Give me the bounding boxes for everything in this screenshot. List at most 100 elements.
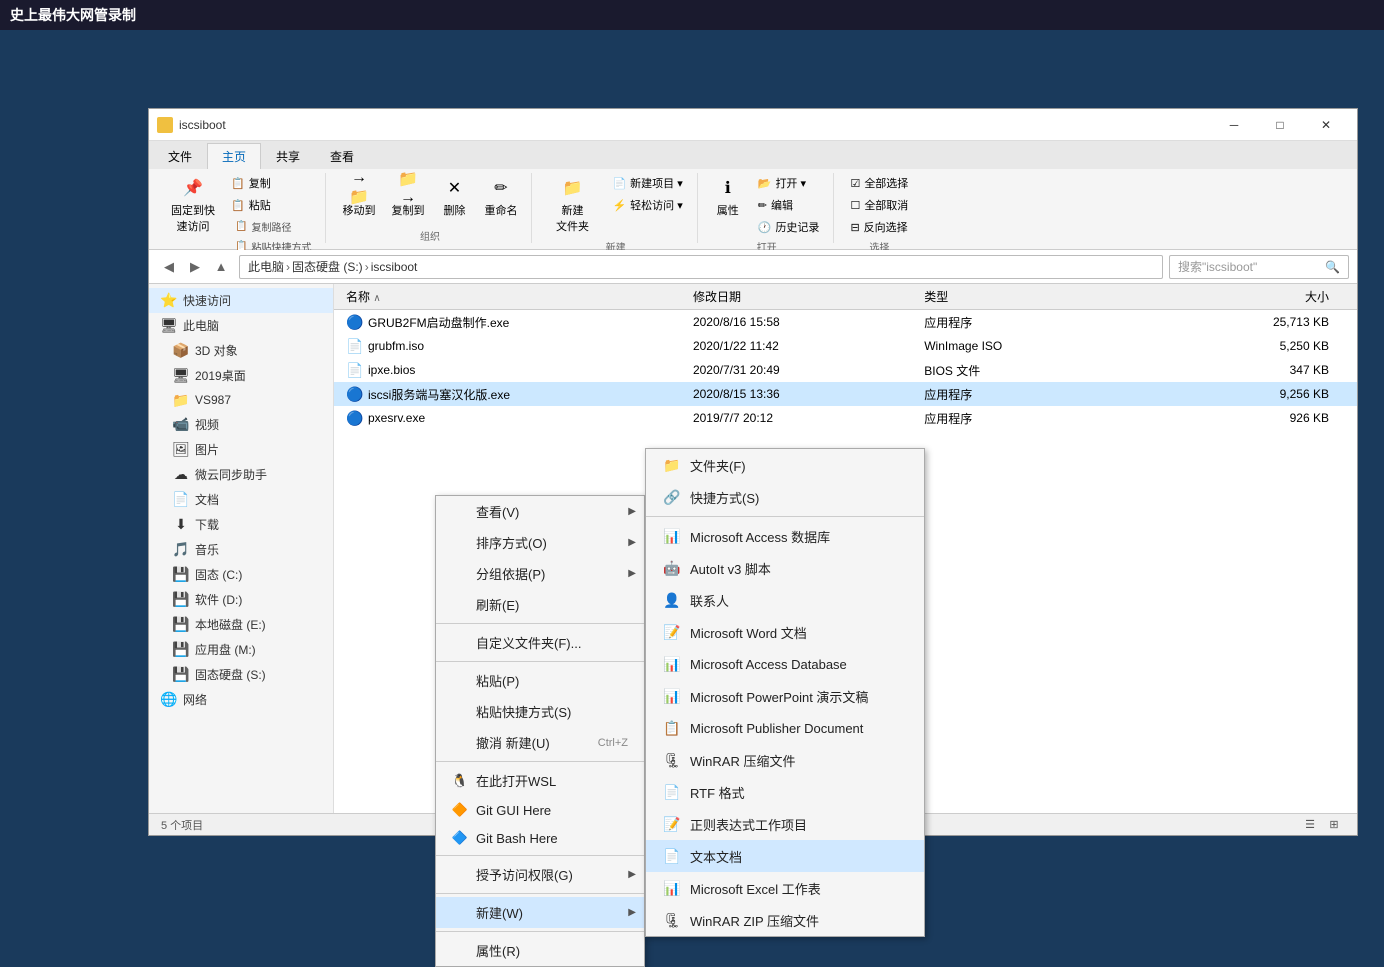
history-button[interactable]: 🕐 历史记录 (752, 217, 826, 237)
file-date-iscsi: 2020/8/15 13:36 (693, 387, 924, 401)
sidebar-item-thispc[interactable]: 🖥 此电脑 (149, 313, 333, 338)
file-row[interactable]: 🔵 pxesrv.exe 2019/7/7 20:12 应用程序 926 KB (334, 406, 1357, 430)
ctx-new[interactable]: 新建(W) (436, 897, 644, 928)
copy-button[interactable]: 📋 复制 (225, 173, 317, 193)
close-button[interactable]: ✕ (1303, 109, 1349, 141)
sub-regex[interactable]: 📝 正则表达式工作项目 (646, 808, 924, 840)
sub-powerpoint[interactable]: 📊 Microsoft PowerPoint 演示文稿 (646, 680, 924, 712)
open-button[interactable]: 📂 打开 ▾ (752, 173, 826, 193)
ctx-group[interactable]: 分组依据(P) (436, 558, 644, 589)
sidebar-item-weiyun[interactable]: ☁ 微云同步助手 (149, 462, 333, 487)
sub-winrar[interactable]: 🗜 WinRAR 压缩文件 (646, 744, 924, 776)
tab-share[interactable]: 共享 (261, 143, 315, 169)
sidebar-item-driveE[interactable]: 💾 本地磁盘 (E:) (149, 612, 333, 637)
up-button[interactable]: ▲ (209, 255, 233, 279)
sub-textfile[interactable]: 📄 文本文档 (646, 840, 924, 872)
sub-access-database[interactable]: 📊 Microsoft Access Database (646, 648, 924, 680)
col-header-date[interactable]: 修改日期 (693, 288, 924, 305)
history-icon: 🕐 (758, 221, 772, 234)
rename-button[interactable]: ✏ 重命名 (478, 173, 523, 221)
sidebar-item-driveC[interactable]: 💾 固态 (C:) (149, 562, 333, 587)
sub-folder[interactable]: 📁 文件夹(F) (646, 449, 924, 481)
paste-button[interactable]: 📋 粘贴 (225, 195, 317, 215)
ctx-grant[interactable]: 授予访问权限(G) (436, 859, 644, 890)
invert-selection-button[interactable]: ⊟ 反向选择 (844, 217, 914, 237)
ctx-customize[interactable]: 自定义文件夹(F)... (436, 627, 644, 658)
ctx-undo[interactable]: 撤消 新建(U) Ctrl+Z (436, 727, 644, 758)
select-none-button[interactable]: ☐ 全部取消 (844, 195, 914, 215)
sidebar-item-vs987[interactable]: 📁 VS987 (149, 388, 333, 412)
sub-autoit-icon: 🤖 (662, 558, 682, 578)
sub-shortcut[interactable]: 🔗 快捷方式(S) (646, 481, 924, 513)
ctx-git-gui[interactable]: 🔶 Git GUI Here (436, 796, 644, 824)
sidebar-item-driveM[interactable]: 💾 应用盘 (M:) (149, 637, 333, 662)
ctx-sort[interactable]: 排序方式(O) (436, 527, 644, 558)
ctx-paste[interactable]: 粘贴(P) (436, 665, 644, 696)
file-row[interactable]: 🔵 GRUB2FM启动盘制作.exe 2020/8/16 15:58 应用程序 … (334, 310, 1357, 334)
sub-winrar-zip[interactable]: 🗜 WinRAR ZIP 压缩文件 (646, 904, 924, 936)
maximize-button[interactable]: □ (1257, 109, 1303, 141)
ctx-refresh[interactable]: 刷新(E) (436, 589, 644, 620)
new-item-button[interactable]: 📄 新建项目 ▾ (606, 173, 688, 193)
ctx-sep2 (436, 661, 644, 662)
sidebar-item-pictures[interactable]: 🖼 图片 (149, 437, 333, 462)
sidebar-item-desktop[interactable]: 🖥 2019桌面 (149, 363, 333, 388)
tab-home[interactable]: 主页 (207, 143, 261, 169)
ctx-git-bash[interactable]: 🔷 Git Bash Here (436, 824, 644, 852)
sub-excel[interactable]: 📊 Microsoft Excel 工作表 (646, 872, 924, 904)
copy-to-button[interactable]: 📁→ 复制到 (385, 173, 430, 221)
sub-contact[interactable]: 👤 联系人 (646, 584, 924, 616)
ctx-view[interactable]: 查看(V) (436, 496, 644, 527)
sub-access-db[interactable]: 📊 Microsoft Access 数据库 (646, 520, 924, 552)
new-folder-button[interactable]: 📁 新建文件夹 (542, 173, 602, 237)
quickaccess-icon: ⭐ (161, 293, 177, 309)
edit-button[interactable]: ✏ 编辑 (752, 195, 826, 215)
sidebar-item-downloads[interactable]: ⬇ 下载 (149, 512, 333, 537)
edit-icon: ✏ (758, 199, 767, 212)
sub-regex-icon: 📝 (662, 814, 682, 834)
file-row[interactable]: 📄 grubfm.iso 2020/1/22 11:42 WinImage IS… (334, 334, 1357, 358)
sub-word[interactable]: 📝 Microsoft Word 文档 (646, 616, 924, 648)
easy-access-button[interactable]: ⚡ 轻松访问 ▾ (606, 195, 688, 215)
sidebar-item-network[interactable]: 🌐 网络 (149, 687, 333, 712)
detail-view-button[interactable]: ☰ (1299, 814, 1321, 836)
sub-autoit[interactable]: 🤖 AutoIt v3 脚本 (646, 552, 924, 584)
tab-file[interactable]: 文件 (153, 143, 207, 169)
ctx-paste-shortcut[interactable]: 粘贴快捷方式(S) (436, 696, 644, 727)
pin-quickaccess-button[interactable]: 📌 固定到快速访问 (165, 173, 221, 237)
col-header-type[interactable]: 类型 (924, 288, 1155, 305)
file-row-selected[interactable]: 🔵 iscsi服务端马塞汉化版.exe 2020/8/15 13:36 应用程序… (334, 382, 1357, 406)
sidebar-item-music[interactable]: 🎵 音乐 (149, 537, 333, 562)
tile-view-button[interactable]: ⊞ (1323, 814, 1345, 836)
file-type-grub: 应用程序 (924, 314, 1155, 331)
ctx-properties[interactable]: 属性(R) (436, 935, 644, 966)
copy-path-button[interactable]: 📋 复制路径 (229, 217, 317, 236)
col-header-size[interactable]: 大小 (1156, 288, 1349, 305)
sidebar-item-video[interactable]: 📹 视频 (149, 412, 333, 437)
sidebar-item-driveD[interactable]: 💾 软件 (D:) (149, 587, 333, 612)
minimize-button[interactable]: ─ (1211, 109, 1257, 141)
sub-rtf[interactable]: 📄 RTF 格式 (646, 776, 924, 808)
select-all-button[interactable]: ☑ 全部选择 (844, 173, 914, 193)
sub-rtf-icon: 📄 (662, 782, 682, 802)
move-to-button[interactable]: →📁 移动到 (336, 173, 381, 221)
col-header-name[interactable]: 名称 ∧ (342, 288, 693, 305)
sidebar-item-quickaccess[interactable]: ⭐ 快速访问 (149, 288, 333, 313)
properties-button[interactable]: ℹ 属性 (708, 173, 748, 221)
open-icon: 📂 (758, 177, 772, 190)
back-button[interactable]: ◀ (157, 255, 181, 279)
address-path[interactable]: 此电脑 › 固态硬盘 (S:) › iscsiboot (239, 255, 1163, 279)
search-box[interactable]: 搜索"iscsiboot" 🔍 (1169, 255, 1349, 279)
sidebar-item-3d[interactable]: 📦 3D 对象 (149, 338, 333, 363)
ctx-wsl[interactable]: 🐧 在此打开WSL (436, 765, 644, 796)
ribbon-tabs: 文件 主页 共享 查看 (149, 141, 1357, 169)
file-type-iso: WinImage ISO (924, 339, 1155, 353)
file-list-header: 名称 ∧ 修改日期 类型 大小 (334, 284, 1357, 310)
tab-view[interactable]: 查看 (315, 143, 369, 169)
sidebar-item-driveS[interactable]: 💾 固态硬盘 (S:) (149, 662, 333, 687)
sub-publisher[interactable]: 📋 Microsoft Publisher Document (646, 712, 924, 744)
delete-button[interactable]: ✕ 删除 (434, 173, 474, 221)
sidebar-item-docs[interactable]: 📄 文档 (149, 487, 333, 512)
forward-button[interactable]: ▶ (183, 255, 207, 279)
file-row[interactable]: 📄 ipxe.bios 2020/7/31 20:49 BIOS 文件 347 … (334, 358, 1357, 382)
